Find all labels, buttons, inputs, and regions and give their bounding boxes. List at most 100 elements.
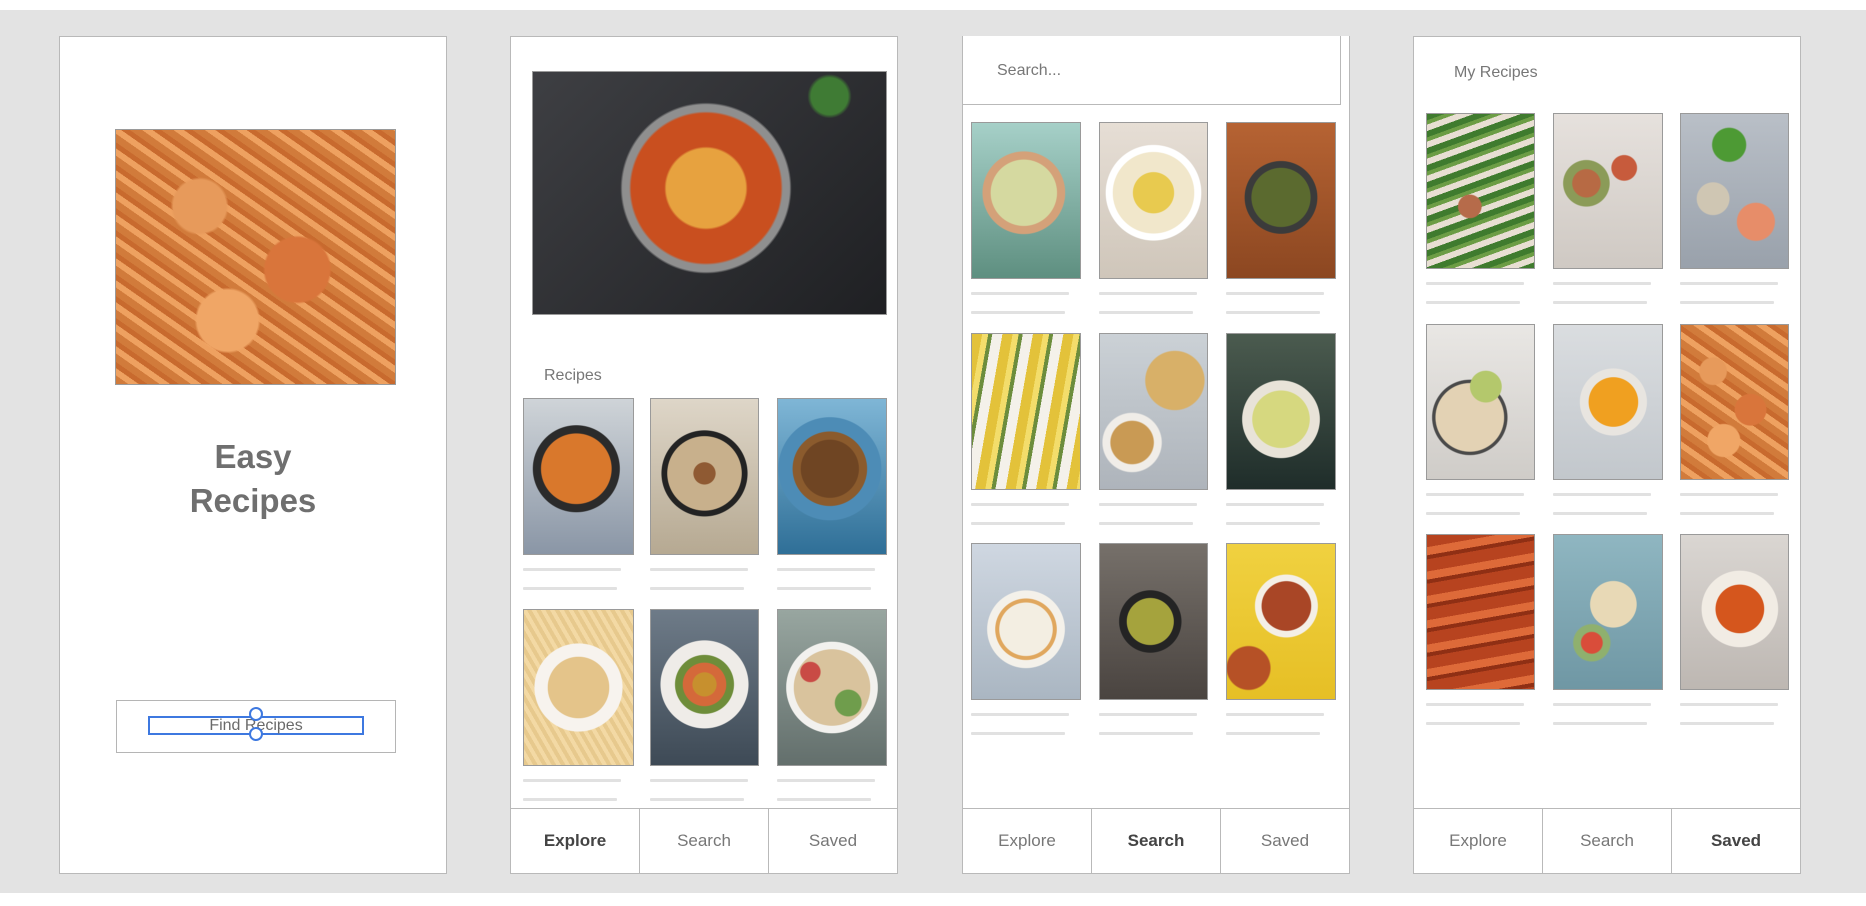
saved-screen: My Recipes Explore Search Saved bbox=[1413, 36, 1801, 874]
search-placeholder: Search... bbox=[997, 62, 1062, 79]
recipe-title-placeholder bbox=[1426, 282, 1524, 285]
app-title-line1: Easy bbox=[214, 438, 292, 475]
recipe-card-image[interactable] bbox=[971, 543, 1081, 700]
recipe-title-placeholder bbox=[650, 568, 748, 571]
recipe-subtitle-placeholder bbox=[1226, 522, 1320, 525]
recipe-subtitle-placeholder bbox=[1226, 732, 1320, 735]
tab-explore[interactable]: Explore bbox=[1414, 809, 1543, 873]
recipe-subtitle-placeholder bbox=[777, 798, 871, 801]
recipe-card-image[interactable] bbox=[777, 609, 887, 766]
tab-search[interactable]: Search bbox=[1092, 809, 1221, 873]
recipe-title-placeholder bbox=[1226, 713, 1324, 716]
tab-saved[interactable]: Saved bbox=[769, 809, 897, 873]
recipe-title-placeholder bbox=[1099, 713, 1197, 716]
recipe-title-placeholder bbox=[523, 779, 621, 782]
saved-recipe-image[interactable] bbox=[1553, 534, 1663, 690]
selection-handle-icon[interactable] bbox=[249, 707, 263, 721]
search-screen: Search... Explore Search Saved bbox=[962, 36, 1350, 874]
recipe-title-placeholder bbox=[1680, 703, 1778, 706]
recipe-title-placeholder bbox=[1426, 703, 1524, 706]
recipe-subtitle-placeholder bbox=[1099, 522, 1193, 525]
recipe-subtitle-placeholder bbox=[1426, 512, 1520, 515]
my-recipes-label: My Recipes bbox=[1454, 64, 1538, 81]
recipe-title-placeholder bbox=[1553, 493, 1651, 496]
recipe-subtitle-placeholder bbox=[1553, 301, 1647, 304]
recipe-subtitle-placeholder bbox=[1680, 512, 1774, 515]
recipe-card-image[interactable] bbox=[1099, 122, 1208, 279]
recipe-card-image[interactable] bbox=[971, 333, 1081, 490]
recipe-subtitle-placeholder bbox=[1553, 722, 1647, 725]
tab-bar: Explore Search Saved bbox=[963, 808, 1349, 873]
recipe-card-image[interactable] bbox=[777, 398, 887, 555]
splash-hero-image bbox=[115, 129, 396, 385]
recipe-subtitle-placeholder bbox=[1680, 301, 1774, 304]
recipe-title-placeholder bbox=[1680, 282, 1778, 285]
recipe-title-placeholder bbox=[971, 713, 1069, 716]
recipe-title-placeholder bbox=[1680, 493, 1778, 496]
recipe-subtitle-placeholder bbox=[777, 587, 871, 590]
tab-saved[interactable]: Saved bbox=[1221, 809, 1349, 873]
recipe-card-image[interactable] bbox=[1226, 333, 1336, 490]
tab-explore[interactable]: Explore bbox=[511, 809, 640, 873]
saved-recipe-image[interactable] bbox=[1426, 534, 1535, 690]
recipe-title-placeholder bbox=[1553, 703, 1651, 706]
recipe-card-image[interactable] bbox=[1226, 122, 1336, 279]
recipe-subtitle-placeholder bbox=[650, 587, 744, 590]
saved-recipe-image[interactable] bbox=[1553, 113, 1663, 269]
recipe-card-image[interactable] bbox=[971, 122, 1081, 279]
recipe-title-placeholder bbox=[777, 779, 875, 782]
tab-search[interactable]: Search bbox=[1543, 809, 1672, 873]
app-title-line2: Recipes bbox=[189, 482, 317, 519]
saved-recipe-image[interactable] bbox=[1426, 113, 1535, 269]
explore-screen: Recipes Explore Search Saved bbox=[510, 36, 898, 874]
featured-recipe-image[interactable] bbox=[532, 71, 887, 315]
recipe-title-placeholder bbox=[971, 503, 1069, 506]
saved-recipe-image[interactable] bbox=[1553, 324, 1663, 480]
recipes-section-label: Recipes bbox=[544, 367, 602, 384]
recipe-subtitle-placeholder bbox=[1426, 722, 1520, 725]
recipe-card-image[interactable] bbox=[523, 609, 634, 766]
tab-bar: Explore Search Saved bbox=[1414, 808, 1800, 873]
tab-explore[interactable]: Explore bbox=[963, 809, 1092, 873]
recipe-subtitle-placeholder bbox=[523, 798, 617, 801]
recipe-title-placeholder bbox=[777, 568, 875, 571]
saved-recipe-image[interactable] bbox=[1680, 534, 1789, 690]
recipe-subtitle-placeholder bbox=[971, 732, 1065, 735]
recipe-title-placeholder bbox=[1426, 493, 1524, 496]
recipe-title-placeholder bbox=[1226, 292, 1324, 295]
app-title: Easy Recipes bbox=[60, 435, 446, 523]
recipe-title-placeholder bbox=[1099, 503, 1197, 506]
saved-recipe-image[interactable] bbox=[1680, 324, 1789, 480]
recipe-title-placeholder bbox=[523, 568, 621, 571]
recipe-title-placeholder bbox=[1553, 282, 1651, 285]
recipe-card-image[interactable] bbox=[523, 398, 634, 555]
saved-recipe-image[interactable] bbox=[1680, 113, 1789, 269]
recipe-subtitle-placeholder bbox=[523, 587, 617, 590]
tab-bar: Explore Search Saved bbox=[511, 808, 897, 873]
recipe-subtitle-placeholder bbox=[1099, 732, 1193, 735]
recipe-card-image[interactable] bbox=[1099, 333, 1208, 490]
tab-saved[interactable]: Saved bbox=[1672, 809, 1800, 873]
recipe-card-image[interactable] bbox=[1099, 543, 1208, 700]
recipe-subtitle-placeholder bbox=[971, 522, 1065, 525]
artboard-canvas: Easy Recipes Find Recipes Recipes Explor… bbox=[0, 10, 1866, 893]
recipe-subtitle-placeholder bbox=[1553, 512, 1647, 515]
recipe-subtitle-placeholder bbox=[1099, 311, 1193, 314]
recipe-subtitle-placeholder bbox=[1226, 311, 1320, 314]
recipe-subtitle-placeholder bbox=[1426, 301, 1520, 304]
recipe-title-placeholder bbox=[971, 292, 1069, 295]
saved-recipe-image[interactable] bbox=[1426, 324, 1535, 480]
recipe-title-placeholder bbox=[650, 779, 748, 782]
recipe-card-image[interactable] bbox=[650, 609, 759, 766]
selection-handle-icon[interactable] bbox=[249, 727, 263, 741]
recipe-title-placeholder bbox=[1099, 292, 1197, 295]
tab-search[interactable]: Search bbox=[640, 809, 769, 873]
recipe-title-placeholder bbox=[1226, 503, 1324, 506]
recipe-subtitle-placeholder bbox=[1680, 722, 1774, 725]
recipe-card-image[interactable] bbox=[650, 398, 759, 555]
recipe-card-image[interactable] bbox=[1226, 543, 1336, 700]
recipe-subtitle-placeholder bbox=[650, 798, 744, 801]
recipe-subtitle-placeholder bbox=[971, 311, 1065, 314]
splash-screen: Easy Recipes Find Recipes bbox=[59, 36, 447, 874]
search-input[interactable]: Search... bbox=[963, 36, 1341, 105]
